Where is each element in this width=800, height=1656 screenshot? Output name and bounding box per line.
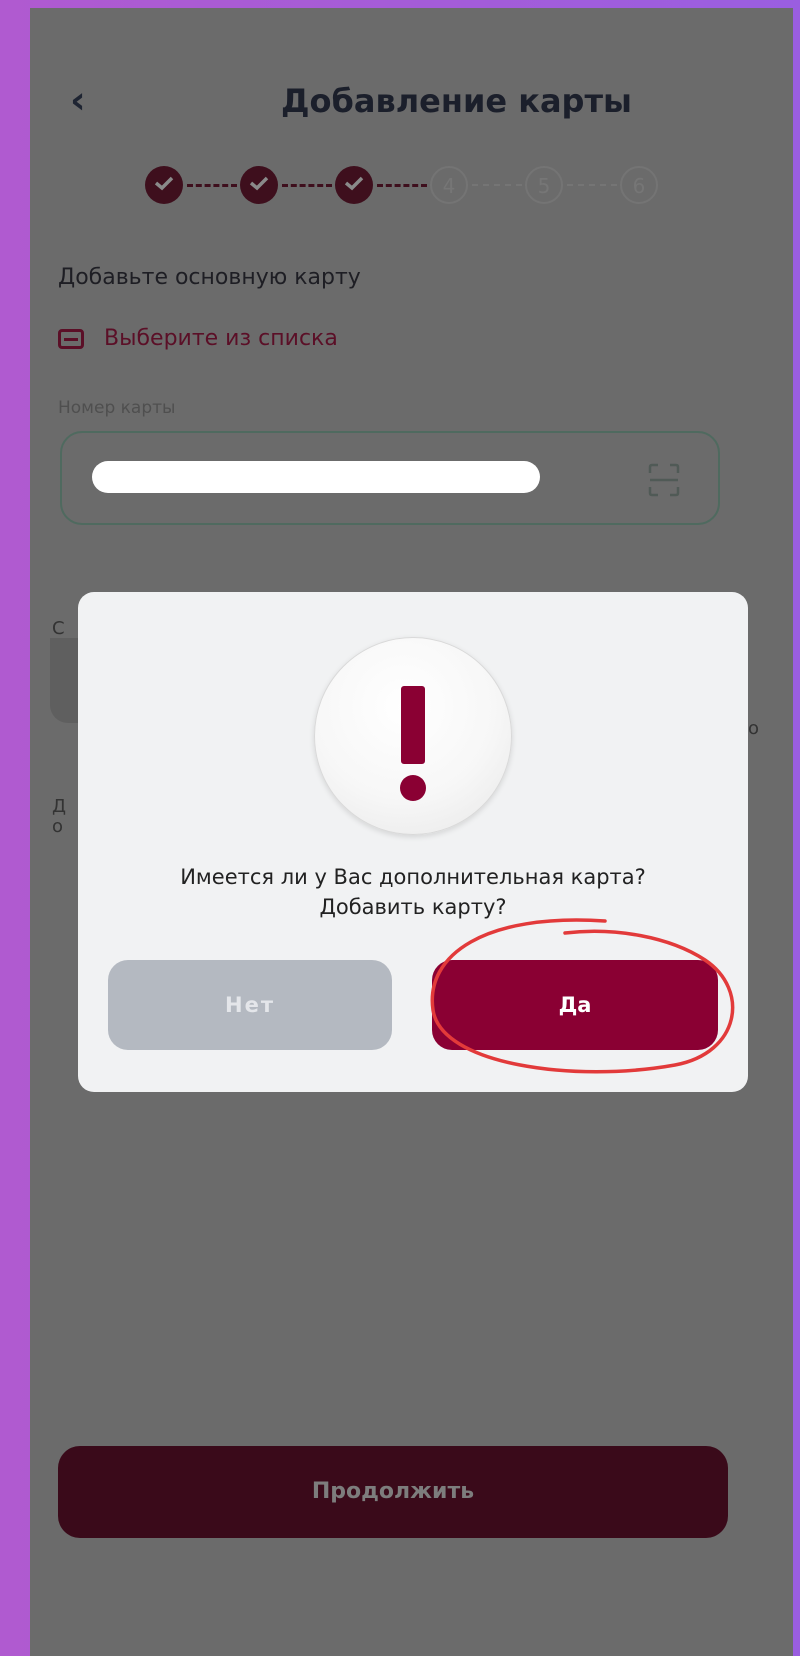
- card-number-label: Номер карты: [58, 398, 176, 418]
- dialog-message-line-2: Добавить карту?: [319, 895, 507, 919]
- redaction-mask: [92, 461, 540, 493]
- continue-button[interactable]: Продолжить: [58, 1446, 728, 1538]
- step-6: 6: [620, 166, 658, 204]
- background-label-fragment: Д: [52, 796, 67, 817]
- background-label-fragment: о: [748, 718, 760, 739]
- step-connector: [187, 184, 237, 187]
- header: ‹ Добавление карты: [30, 68, 793, 138]
- section-title: Добавьте основную карту: [58, 265, 361, 290]
- no-button[interactable]: Нет: [108, 960, 392, 1050]
- card-number-input[interactable]: [60, 431, 720, 525]
- step-5: 5: [525, 166, 563, 204]
- step-4: 4: [430, 166, 468, 204]
- dialog-message: Имеется ли у Вас дополнительная карта? Д…: [78, 862, 748, 922]
- card-icon: [58, 328, 84, 349]
- step-3-done: [335, 166, 373, 204]
- exclamation-dot: [400, 775, 426, 801]
- background-label-fragment: С: [52, 618, 65, 639]
- step-connector: [377, 184, 427, 187]
- check-icon: [154, 176, 174, 191]
- stepper: 4 5 6: [145, 163, 705, 213]
- background-label-fragment: о: [52, 816, 64, 837]
- check-icon: [249, 176, 269, 191]
- choose-from-list-link[interactable]: Выберите из списка: [58, 326, 338, 351]
- check-icon: [344, 176, 364, 191]
- step-connector: [567, 184, 617, 186]
- yes-button[interactable]: Да: [432, 960, 718, 1050]
- step-1-done: [145, 166, 183, 204]
- step-2-done: [240, 166, 278, 204]
- exclamation-bar: [401, 686, 425, 764]
- scan-card-icon[interactable]: [648, 463, 680, 497]
- choose-from-list-label: Выберите из списка: [104, 326, 338, 351]
- step-connector: [472, 184, 522, 186]
- exclamation-icon: [314, 637, 512, 835]
- step-connector: [282, 184, 332, 187]
- confirm-dialog: Имеется ли у Вас дополнительная карта? Д…: [78, 592, 748, 1092]
- page-title: Добавление карты: [281, 82, 632, 120]
- dialog-message-line-1: Имеется ли у Вас дополнительная карта?: [180, 865, 646, 889]
